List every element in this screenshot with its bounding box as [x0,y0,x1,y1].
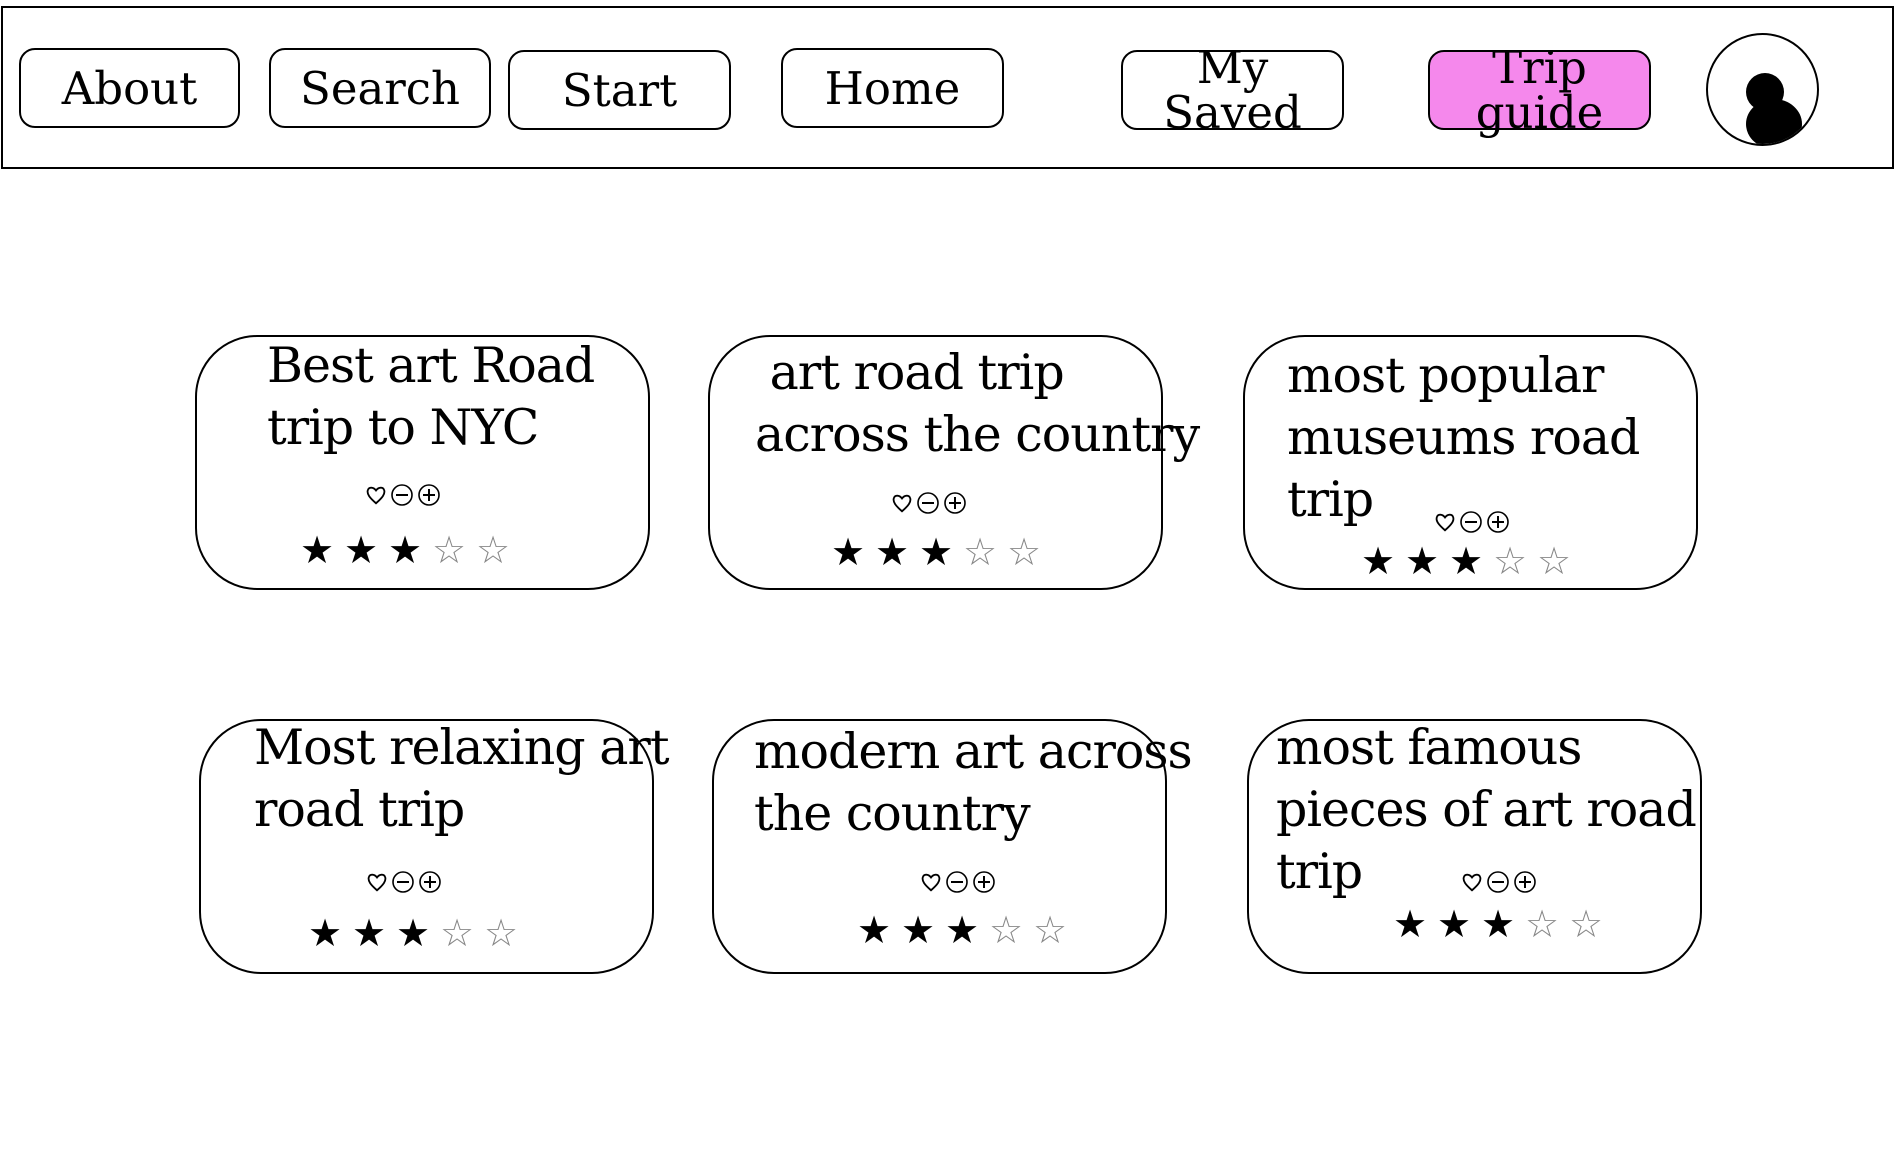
star-filled-icon[interactable]: ★ [901,911,935,949]
start-button[interactable]: Start [508,50,731,130]
home-button[interactable]: Home [781,48,1004,128]
star-filled-icon[interactable]: ★ [831,533,865,571]
star-filled-icon[interactable]: ★ [308,914,342,952]
plus-circle-icon[interactable] [417,483,441,507]
card-title: art road trip across the country [755,344,1200,463]
minus-circle-icon[interactable] [1459,510,1483,534]
card-title: modern art across the country [754,723,1193,842]
card-actions [920,870,996,894]
plus-circle-icon[interactable] [1513,870,1537,894]
heart-icon[interactable] [1434,511,1456,533]
star-filled-icon[interactable]: ★ [919,533,953,571]
star-rating[interactable]: ★ ★ ★ ☆ ☆ [831,533,1041,571]
star-empty-icon[interactable]: ☆ [1033,911,1067,949]
avatar-body [1746,99,1802,144]
star-empty-icon[interactable]: ☆ [440,914,474,952]
star-filled-icon[interactable]: ★ [875,533,909,571]
star-empty-icon[interactable]: ☆ [432,531,466,569]
card-title: Most relaxing art road trip [254,719,670,838]
minus-circle-icon[interactable] [390,483,414,507]
star-filled-icon[interactable]: ★ [352,914,386,952]
trip-guide-button[interactable]: Trip guide [1428,45,1651,135]
star-empty-icon[interactable]: ☆ [1007,533,1041,571]
heart-icon[interactable] [365,484,387,506]
star-empty-icon[interactable]: ☆ [1493,542,1527,580]
star-empty-icon[interactable]: ☆ [989,911,1023,949]
star-empty-icon[interactable]: ☆ [1537,542,1571,580]
star-filled-icon[interactable]: ★ [388,531,422,569]
heart-icon[interactable] [891,492,913,514]
star-rating[interactable]: ★ ★ ★ ☆ ☆ [857,911,1067,949]
card-title: most popular museums road trip [1287,347,1640,528]
star-empty-icon[interactable]: ☆ [1525,905,1559,943]
star-filled-icon[interactable]: ★ [396,914,430,952]
star-rating[interactable]: ★ ★ ★ ☆ ☆ [308,914,518,952]
trip-card[interactable]: art road trip across the country ★ ★ ★ ☆ ☆ [708,335,1200,590]
my-saved-button[interactable]: My Saved [1121,45,1344,135]
heart-icon[interactable] [366,871,388,893]
minus-circle-icon[interactable] [1486,870,1510,894]
star-filled-icon[interactable]: ★ [1405,542,1439,580]
card-actions [891,491,967,515]
minus-circle-icon[interactable] [945,870,969,894]
star-filled-icon[interactable]: ★ [945,911,979,949]
card-actions [365,483,441,507]
star-filled-icon[interactable]: ★ [344,531,378,569]
star-empty-icon[interactable]: ☆ [963,533,997,571]
star-filled-icon[interactable]: ★ [300,531,334,569]
plus-circle-icon[interactable] [1486,510,1510,534]
trip-card[interactable]: Most relaxing art road trip ★ ★ ★ ☆ ☆ [199,719,670,974]
star-filled-icon[interactable]: ★ [857,911,891,949]
user-avatar-icon[interactable] [1706,33,1819,146]
star-empty-icon[interactable]: ☆ [484,914,518,952]
plus-circle-icon[interactable] [418,870,442,894]
star-empty-icon[interactable]: ☆ [1569,905,1603,943]
star-rating[interactable]: ★ ★ ★ ☆ ☆ [1393,905,1603,943]
plus-circle-icon[interactable] [972,870,996,894]
trip-card[interactable]: most popular museums road trip ★ ★ ★ ☆ ☆ [1243,335,1698,590]
plus-circle-icon[interactable] [943,491,967,515]
trip-card[interactable]: most famous pieces of art road trip ★ ★ ★ ☆… [1247,719,1702,974]
heart-icon[interactable] [920,871,942,893]
heart-icon[interactable] [1461,871,1483,893]
star-rating[interactable]: ★ ★ ★ ☆ ☆ [300,531,510,569]
trip-card[interactable]: modern art across the country ★ ★ ★ ☆ ☆ [712,719,1193,974]
card-actions [366,870,442,894]
card-actions [1434,510,1510,534]
star-filled-icon[interactable]: ★ [1481,905,1515,943]
trip-card[interactable]: Best art Road trip to NYC ★ ★ ★ ☆ ☆ [195,335,650,590]
star-filled-icon[interactable]: ★ [1449,542,1483,580]
star-empty-icon[interactable]: ☆ [476,531,510,569]
card-actions [1461,870,1537,894]
minus-circle-icon[interactable] [916,491,940,515]
search-button[interactable]: Search [269,48,491,128]
minus-circle-icon[interactable] [391,870,415,894]
star-filled-icon[interactable]: ★ [1437,905,1471,943]
star-rating[interactable]: ★ ★ ★ ☆ ☆ [1361,542,1571,580]
card-title: Best art Road trip to NYC [267,337,595,456]
star-filled-icon[interactable]: ★ [1361,542,1395,580]
about-button[interactable]: About [19,48,240,128]
star-filled-icon[interactable]: ★ [1393,905,1427,943]
